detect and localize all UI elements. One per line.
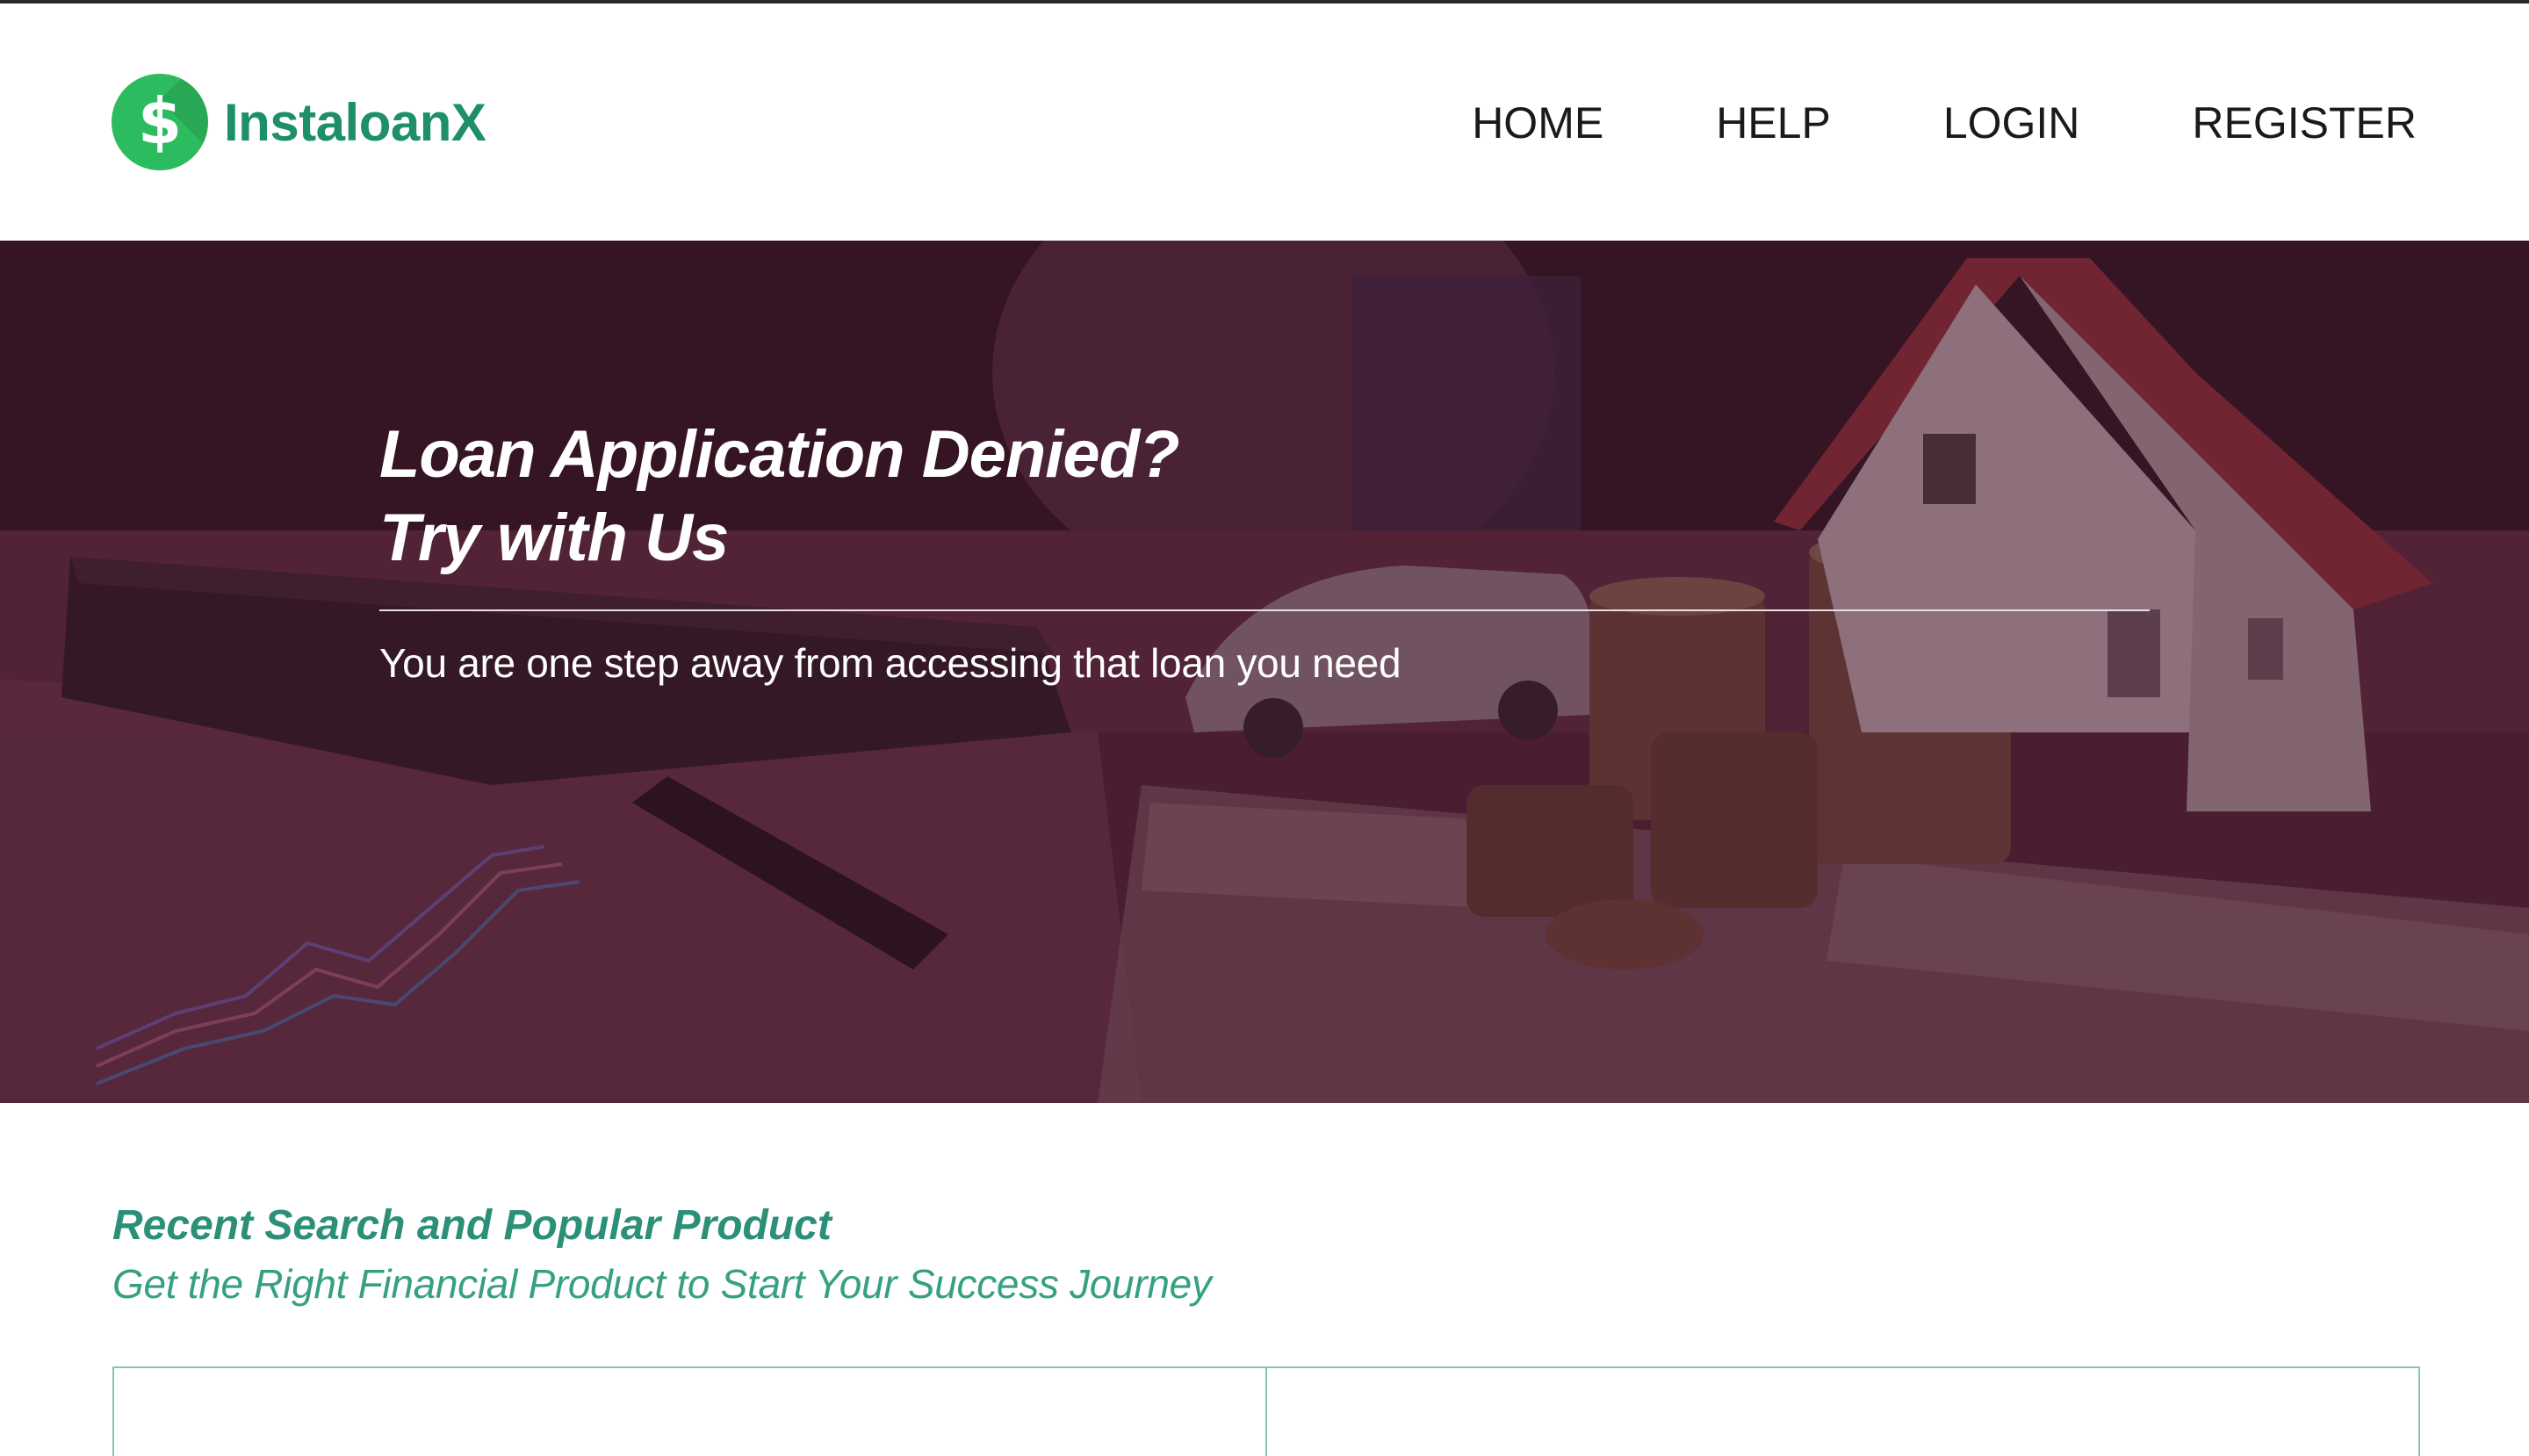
product-card[interactable] xyxy=(114,1368,1265,1456)
brand-logo[interactable]: $ InstaloanX xyxy=(112,74,486,170)
hero-content: Loan Application Denied? Try with Us You… xyxy=(379,413,2150,687)
dollar-circle-icon: $ xyxy=(112,74,208,170)
svg-text:$: $ xyxy=(138,87,182,157)
section-title: Recent Search and Popular Product xyxy=(112,1202,832,1249)
nav-home[interactable]: HOME xyxy=(1472,97,1603,149)
nav-login[interactable]: LOGIN xyxy=(1943,97,2080,149)
hero-title-line1: Loan Application Denied? xyxy=(379,417,1180,492)
section-subtitle: Get the Right Financial Product to Start… xyxy=(112,1261,1212,1307)
main-nav: HOME HELP LOGIN REGISTER xyxy=(1472,97,2417,149)
site-header: $ InstaloanX HOME HELP LOGIN REGISTER xyxy=(0,4,2529,241)
product-cards xyxy=(112,1366,2420,1456)
hero-divider xyxy=(379,609,2150,611)
hero-title-line2: Try with Us xyxy=(379,501,729,575)
product-card[interactable] xyxy=(1265,1368,2418,1456)
hero-title: Loan Application Denied? Try with Us xyxy=(379,413,2150,580)
nav-help[interactable]: HELP xyxy=(1716,97,1831,149)
hero-subtitle: You are one step away from accessing tha… xyxy=(379,640,1401,686)
brand-name: InstaloanX xyxy=(224,92,486,152)
popular-products-section: Recent Search and Popular Product Get th… xyxy=(112,1201,1212,1308)
hero-banner: Loan Application Denied? Try with Us You… xyxy=(0,241,2529,1103)
nav-register[interactable]: REGISTER xyxy=(2192,97,2417,149)
